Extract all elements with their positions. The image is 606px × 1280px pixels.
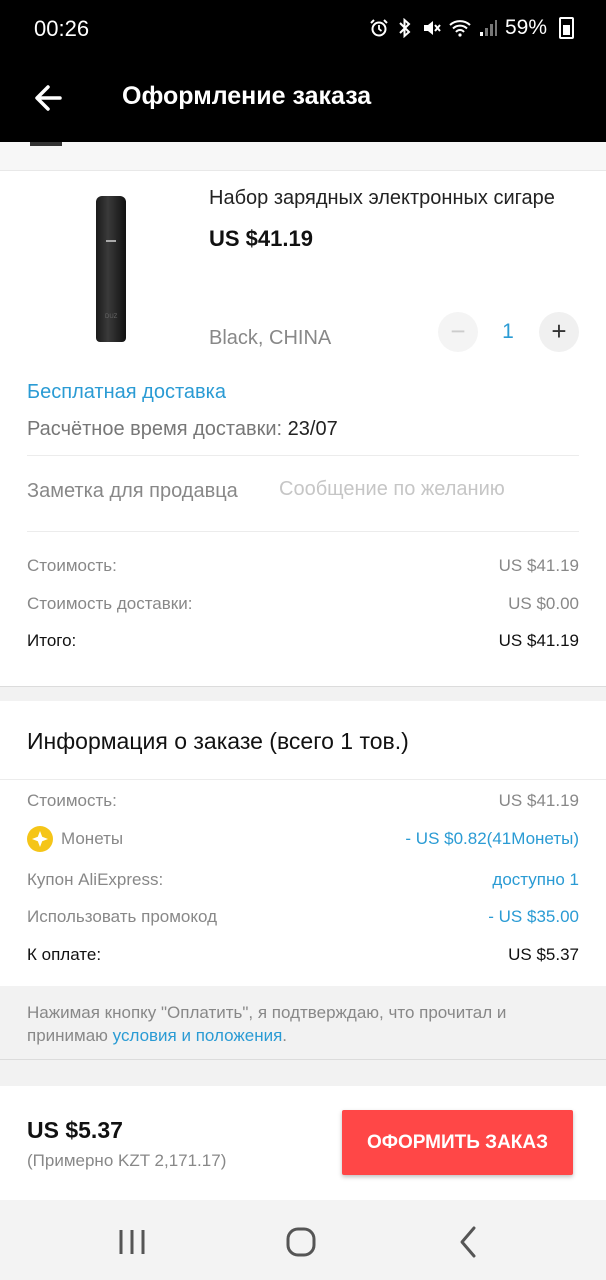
signal-icon: [479, 20, 497, 36]
coin-icon: [27, 826, 53, 852]
back-nav-icon[interactable]: [448, 1220, 492, 1264]
order-cost-label: Стоимость:: [27, 791, 117, 810]
delivery-eta-date: 23/07: [287, 418, 338, 440]
quantity-plus-button[interactable]: +: [539, 312, 579, 352]
quantity-value: 1: [502, 320, 514, 343]
product-image[interactable]: DUZ: [96, 196, 126, 342]
store-total-label: Итого:: [27, 631, 77, 650]
store-cost-label: Стоимость:: [27, 556, 117, 575]
back-arrow-icon[interactable]: [30, 78, 70, 118]
divider: [27, 455, 579, 456]
store-shipping-value: US $0.00: [508, 594, 579, 613]
quantity-minus-button[interactable]: −: [438, 312, 478, 352]
store-total-value: US $41.19: [498, 631, 579, 650]
coupon-label: Купон AliExpress:: [27, 870, 164, 889]
status-time: 00:26: [34, 16, 90, 41]
store-header-strip: [0, 142, 606, 171]
recent-apps-icon[interactable]: [110, 1220, 154, 1264]
battery-percent: 59%: [504, 16, 547, 39]
product-logo-text: DUZ: [105, 314, 118, 320]
mute-icon: [423, 21, 441, 35]
product-led: [106, 240, 116, 242]
section-separator: [0, 686, 606, 701]
store-icon-partial: [30, 142, 62, 146]
delivery-eta-label: Расчётное время доставки:: [27, 418, 283, 440]
page-title: Оформление заказа: [122, 82, 372, 110]
seller-note-label: Заметка для продавца: [27, 480, 238, 502]
seller-note-input[interactable]: [279, 478, 579, 501]
status-bar: 00:26 59%: [0, 0, 606, 58]
divider: [27, 531, 579, 532]
home-icon[interactable]: [279, 1220, 323, 1264]
promo-code-label[interactable]: Использовать промокод: [27, 907, 217, 927]
place-order-button[interactable]: ОФОРМИТЬ ЗАКАЗ: [342, 1110, 573, 1175]
footer-approx-total: (Примерно KZT 2,171.17): [27, 1151, 227, 1170]
product-price: US $41.19: [209, 226, 313, 251]
store-cost-value: US $41.19: [498, 556, 579, 575]
alarm-icon: [370, 19, 388, 37]
terms-text: Нажимая кнопку "Оплатить", я подтверждаю…: [27, 1001, 579, 1047]
terms-link[interactable]: условия и положения: [113, 1026, 283, 1045]
system-nav-bar: [0, 1200, 606, 1280]
order-info-title: Информация о заказе (всего 1 тов.): [27, 728, 409, 754]
order-cost-value: US $41.19: [498, 791, 579, 810]
delivery-eta: Расчётное время доставки: 23/07: [27, 418, 338, 441]
divider: [0, 779, 606, 780]
free-shipping-link[interactable]: Бесплатная доставка: [27, 381, 226, 404]
promo-code-value[interactable]: - US $35.00: [488, 907, 579, 927]
product-variant[interactable]: Black, CHINA: [209, 327, 331, 350]
wifi-icon: [449, 20, 471, 37]
app-bar: Оформление заказа: [0, 58, 606, 142]
coupon-value[interactable]: доступно 1: [492, 870, 579, 890]
terms-text-end: .: [282, 1026, 288, 1045]
battery-icon: [559, 17, 574, 39]
bluetooth-icon: [399, 18, 411, 38]
pay-label: К оплате:: [27, 945, 102, 964]
status-icons: 59%: [369, 16, 574, 40]
section-separator: [0, 1060, 606, 1086]
coins-label: Монеты: [61, 829, 124, 848]
pay-value: US $5.37: [508, 945, 579, 964]
footer-total: US $5.37: [27, 1117, 123, 1143]
product-name[interactable]: Набор зарядных электронных сигаре: [209, 187, 579, 210]
coins-value[interactable]: - US $0.82(41Монеты): [405, 829, 579, 849]
terms-box: Нажимая кнопку "Оплатить", я подтверждаю…: [0, 986, 606, 1060]
store-shipping-label: Стоимость доставки:: [27, 594, 193, 613]
